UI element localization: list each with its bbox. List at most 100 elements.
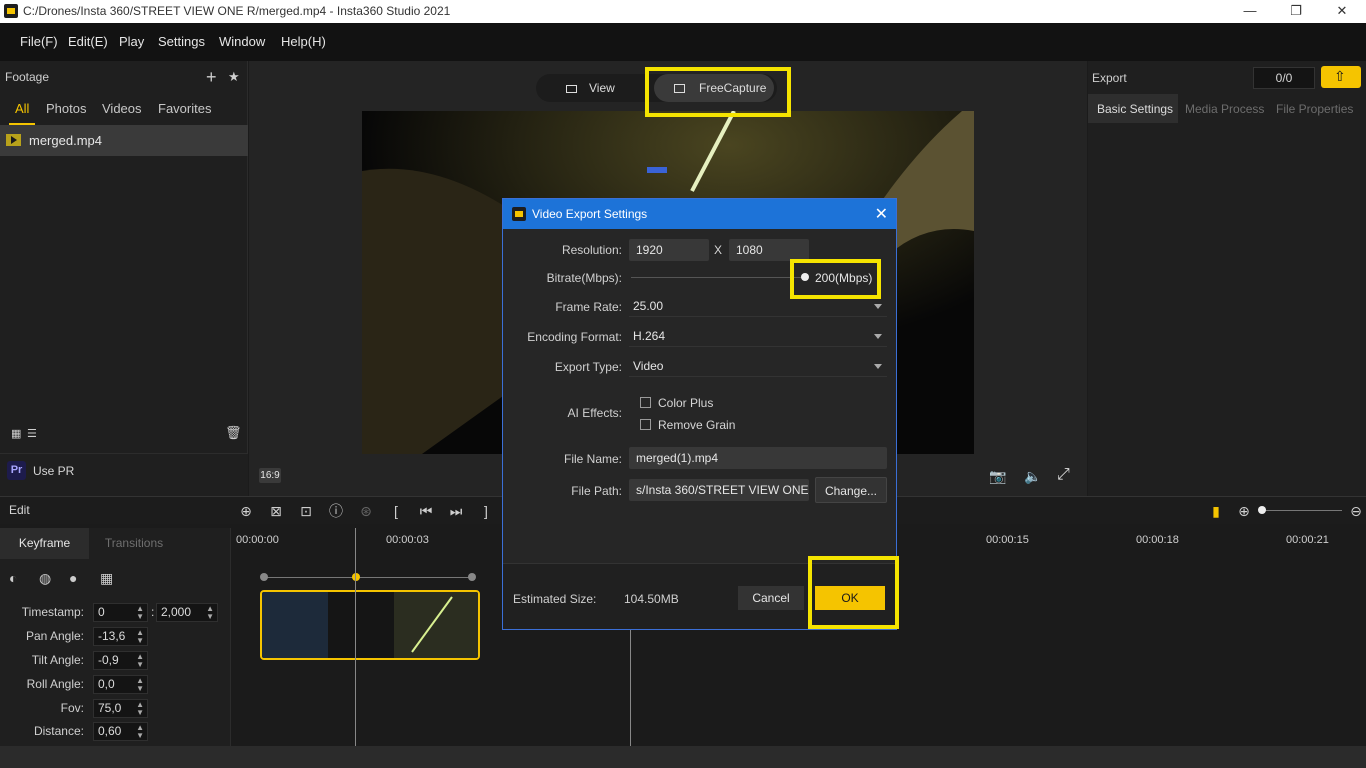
- premiere-icon: Pr: [7, 461, 26, 480]
- color-plus-label: Color Plus: [658, 396, 714, 410]
- keyframe-marker[interactable]: [468, 573, 476, 581]
- spin-icon[interactable]: ▲ ▼: [136, 629, 144, 645]
- roll-angle-input[interactable]: 0,0 ▲ ▼: [93, 675, 148, 694]
- next-icon[interactable]: ⏭: [447, 502, 465, 520]
- menu-window[interactable]: Window: [219, 34, 265, 49]
- highlight-box: [808, 556, 899, 629]
- change-path-button[interactable]: Change...: [815, 477, 887, 503]
- zoom-out-icon[interactable]: ⊖: [1347, 502, 1365, 520]
- tab-basic-settings[interactable]: Basic Settings: [1088, 94, 1178, 123]
- menu-edit[interactable]: Edit(E): [68, 34, 108, 49]
- app-logo-icon: [4, 4, 18, 18]
- add-icon[interactable]: +: [206, 67, 217, 88]
- distance-label: Distance:: [33, 724, 84, 738]
- tilt-angle-value: -0,9: [98, 653, 119, 667]
- menu-play[interactable]: Play: [119, 34, 144, 49]
- use-pr-row[interactable]: Pr Use PR: [0, 453, 248, 496]
- edit-label: Edit: [9, 503, 30, 517]
- keyframe-marker[interactable]: [260, 573, 268, 581]
- video-clip[interactable]: [260, 590, 480, 660]
- file-name-input[interactable]: merged(1).mp4: [629, 447, 887, 469]
- tab-transitions[interactable]: Transitions: [89, 528, 179, 559]
- time-label: 00:00:18: [1136, 534, 1179, 546]
- highlight-box: [645, 67, 791, 117]
- zoom-slider[interactable]: [1262, 510, 1342, 511]
- restore-button[interactable]: ❐: [1273, 0, 1319, 23]
- snap-icon[interactable]: ▮: [1207, 502, 1225, 520]
- spin-icon[interactable]: ▲ ▼: [136, 653, 144, 669]
- bitrate-slider[interactable]: [631, 277, 805, 278]
- zoom-in-icon[interactable]: ⊕: [1235, 502, 1253, 520]
- tab-videos[interactable]: Videos: [102, 101, 142, 116]
- menu-settings[interactable]: Settings: [158, 34, 205, 49]
- trim-start-icon[interactable]: [: [387, 502, 405, 520]
- menu-file[interactable]: File(F): [20, 34, 58, 49]
- export-panel: Export 0/0 ⇧ Basic Settings Media Proces…: [1088, 61, 1366, 496]
- tab-file-properties[interactable]: File Properties: [1276, 102, 1353, 116]
- playhead[interactable]: [355, 528, 356, 746]
- zoom-slider-handle[interactable]: [1258, 506, 1266, 514]
- tab-media-process[interactable]: Media Process: [1185, 102, 1264, 116]
- view-mode-icon[interactable]: ◐: [9, 570, 17, 586]
- tab-keyframe[interactable]: Keyframe: [0, 528, 89, 559]
- list-view-icon[interactable]: ☰: [27, 427, 37, 440]
- file-name: merged.mp4: [29, 133, 102, 148]
- encoding-format-label: Encoding Format:: [527, 330, 622, 344]
- frame-rate-select[interactable]: 25.00: [629, 295, 887, 317]
- spin-icon[interactable]: ▲ ▼: [136, 724, 144, 740]
- add-favorite-icon[interactable]: ★: [228, 69, 240, 85]
- spin-icon[interactable]: ▲ ▼: [136, 677, 144, 693]
- menu-help[interactable]: Help(H): [281, 34, 326, 49]
- trim-end-icon[interactable]: ]: [477, 502, 495, 520]
- color-plus-checkbox[interactable]: [640, 397, 651, 408]
- planet-icon[interactable]: ◍: [39, 570, 51, 587]
- run-icon[interactable]: ⊛: [357, 502, 375, 520]
- file-path-input[interactable]: s/Insta 360/STREET VIEW ONE R: [629, 479, 809, 501]
- tab-all[interactable]: All: [15, 101, 29, 116]
- status-bar: [0, 746, 1366, 768]
- resolution-height-input[interactable]: 1080: [729, 239, 809, 261]
- upload-icon: ⇧: [1334, 68, 1346, 84]
- export-type-select[interactable]: Video: [629, 355, 887, 377]
- fov-input[interactable]: 75,0 ▲ ▼: [93, 699, 148, 718]
- grid-view-icon[interactable]: ▦: [11, 427, 21, 440]
- minimize-button[interactable]: —: [1227, 0, 1273, 23]
- close-button[interactable]: ✕: [1319, 0, 1365, 23]
- resolution-width-input[interactable]: 1920: [629, 239, 709, 261]
- tilt-angle-input[interactable]: -0,9 ▲ ▼: [93, 651, 148, 670]
- spin-icon[interactable]: ▲ ▼: [136, 701, 144, 717]
- view-button[interactable]: View: [566, 74, 615, 102]
- timestamp-input[interactable]: 0 ▲ ▼: [93, 603, 148, 622]
- spin-icon[interactable]: ▲ ▼: [136, 605, 144, 621]
- keyframe-marker-active[interactable]: [352, 573, 360, 581]
- prev-icon[interactable]: ⏮: [417, 502, 435, 520]
- export-type-label: Export Type:: [554, 360, 622, 374]
- cancel-button[interactable]: Cancel: [738, 586, 804, 610]
- grid-icon[interactable]: ▦: [100, 570, 113, 587]
- tab-photos[interactable]: Photos: [46, 101, 86, 116]
- speed-icon[interactable]: ⓘ: [327, 502, 345, 520]
- remove-keyframe-icon[interactable]: ⊠: [267, 502, 285, 520]
- view-label: View: [589, 81, 615, 95]
- track-icon[interactable]: ⊡: [297, 502, 315, 520]
- fullscreen-icon[interactable]: ⤢: [1057, 466, 1070, 484]
- target-icon[interactable]: ⊕: [237, 502, 255, 520]
- volume-icon[interactable]: 🔈: [1024, 468, 1041, 485]
- list-item[interactable]: merged.mp4: [0, 125, 248, 156]
- distance-input[interactable]: 0,60 ▲ ▼: [93, 722, 148, 741]
- aspect-ratio-button[interactable]: 16:9: [259, 468, 281, 483]
- remove-grain-checkbox[interactable]: [640, 419, 651, 430]
- footage-panel: Footage + ★ All Photos Videos Favorites …: [0, 61, 248, 496]
- spin-icon[interactable]: ▲ ▼: [206, 605, 214, 621]
- sphere-icon[interactable]: ●: [69, 570, 77, 586]
- tab-favorites[interactable]: Favorites: [158, 101, 211, 116]
- trash-icon[interactable]: 🗑: [225, 425, 242, 441]
- camera-icon[interactable]: 📷: [989, 468, 1006, 485]
- close-icon[interactable]: ✕: [875, 204, 888, 224]
- dialog-title: Video Export Settings: [532, 207, 648, 221]
- export-button[interactable]: ⇧: [1321, 66, 1361, 88]
- timestamp-end-input[interactable]: 2,000 ▲ ▼: [156, 603, 218, 622]
- pan-angle-input[interactable]: -13,6 ▲ ▼: [93, 627, 148, 646]
- encoding-format-select[interactable]: H.264: [629, 325, 887, 347]
- resolution-x: X: [714, 243, 723, 257]
